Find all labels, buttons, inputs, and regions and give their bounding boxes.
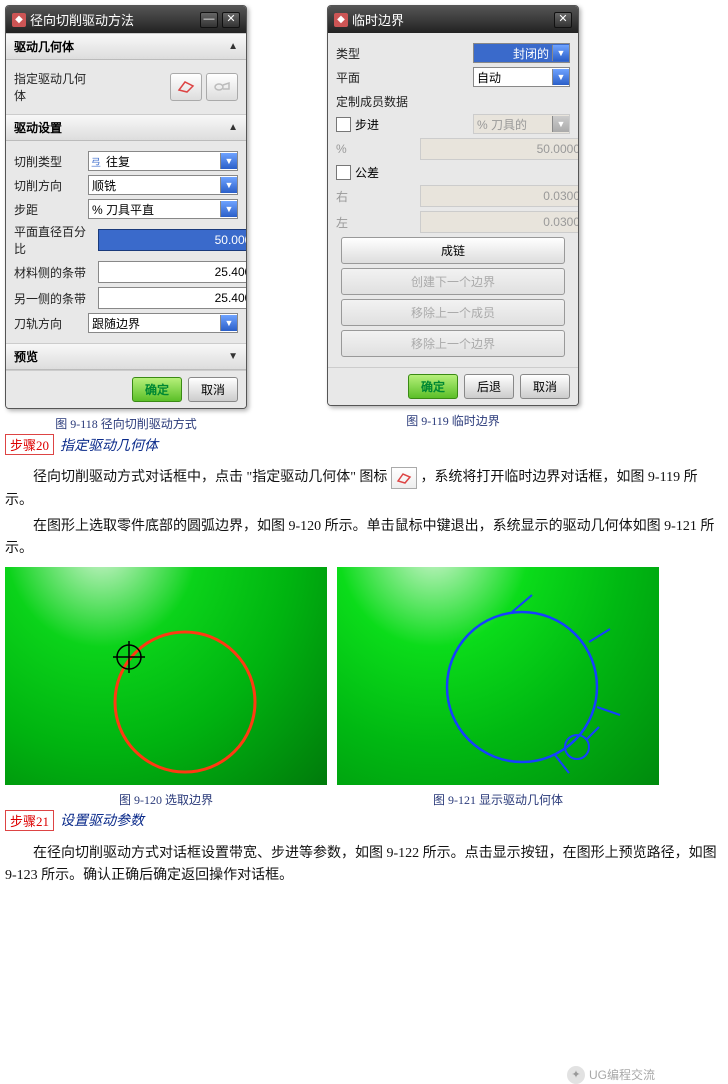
section-label: 预览	[14, 348, 38, 365]
cancel-button[interactable]: 取消	[520, 374, 570, 399]
step-20: 步骤20 指定驱动几何体	[5, 434, 247, 455]
left-input	[420, 211, 579, 233]
paragraph: 在径向切削驱动方式对话框设置带宽、步进等参数，如图 9-122 所示。点击显示按…	[5, 843, 723, 888]
dropdown-value: 往复	[103, 153, 220, 170]
chevron-up-icon: ▲	[228, 41, 238, 52]
dropdown-value: 封闭的	[474, 45, 552, 62]
tolerance-checkbox[interactable]	[336, 165, 351, 180]
app-icon: ◆	[12, 13, 26, 27]
chevron-down-icon: ▼	[220, 153, 237, 169]
step-label: 步距	[14, 201, 84, 218]
figure-9-120-viewport	[5, 567, 327, 785]
chevron-down-icon: ▼	[220, 177, 237, 193]
left-label: 左	[336, 214, 416, 231]
chevron-down-icon: ▼	[552, 116, 569, 132]
cut-type-label: 切削类型	[14, 153, 84, 170]
specify-geometry-icon[interactable]	[170, 73, 202, 101]
back-button[interactable]: 后退	[464, 374, 514, 399]
custom-member-header: 定制成员数据	[336, 93, 570, 110]
wechat-icon: ✦	[567, 1066, 585, 1084]
dropdown-value: 跟随边界	[89, 315, 220, 332]
tool-axis-dropdown[interactable]: 跟随边界 ▼	[88, 313, 238, 333]
step-unit-dropdown: % 刀具的 ▼	[473, 114, 570, 134]
step-21: 步骤21 设置驱动参数	[5, 810, 327, 831]
type-label: 类型	[336, 45, 406, 62]
step-number: 步骤20	[5, 434, 54, 455]
watermark: ✦ UG编程交流	[567, 1066, 655, 1084]
titlebar[interactable]: ◆ 临时边界 ✕	[328, 6, 578, 33]
step-number: 步骤21	[5, 810, 54, 831]
section-drive-geometry[interactable]: 驱动几何体 ▲	[6, 33, 246, 60]
chevron-down-icon: ▼	[220, 201, 237, 217]
step-dropdown[interactable]: % 刀具平直 ▼	[88, 199, 238, 219]
specify-geometry-inline-icon	[391, 467, 417, 489]
cut-dir-dropdown[interactable]: 顺铣 ▼	[88, 175, 238, 195]
radial-cut-dialog: ◆ 径向切削驱动方法 — ✕ 驱动几何体 ▲ 指定驱动几何体	[5, 5, 247, 409]
dropdown-value: % 刀具的	[474, 116, 552, 133]
flashlight-icon[interactable]	[206, 73, 238, 101]
section-preview[interactable]: 预览 ▼	[6, 343, 246, 370]
dropdown-value: % 刀具平直	[89, 201, 220, 218]
tool-axis-label: 刀轨方向	[14, 315, 84, 332]
remove-last-member-button: 移除上一个成员	[341, 299, 565, 326]
figure-9-121-viewport	[337, 567, 659, 785]
dropdown-value: 顺铣	[89, 177, 220, 194]
dialog-buttons: 确定 取消	[6, 370, 246, 408]
material-strip-label: 材料侧的条带	[14, 264, 94, 281]
pct-input	[420, 138, 579, 160]
remove-last-boundary-button: 移除上一个边界	[341, 330, 565, 357]
type-dropdown[interactable]: 封闭的 ▼	[473, 43, 570, 63]
tolerance-label: 公差	[355, 164, 379, 181]
create-next-boundary-button: 创建下一个边界	[341, 268, 565, 295]
section-drive-settings[interactable]: 驱动设置 ▲	[6, 114, 246, 141]
chevron-down-icon: ▼	[220, 315, 237, 331]
chain-button[interactable]: 成链	[341, 237, 565, 264]
paragraph: 在图形上选取零件底部的圆弧边界，如图 9-120 所示。单击鼠标中键退出，系统显…	[5, 516, 723, 561]
close-icon[interactable]: ✕	[554, 12, 572, 28]
plane-dropdown[interactable]: 自动 ▼	[473, 67, 570, 87]
caption-9-121: 图 9-121 显示驱动几何体	[337, 791, 659, 808]
app-icon: ◆	[334, 13, 348, 27]
right-label: 右	[336, 188, 416, 205]
pct-label: %	[336, 142, 416, 156]
titlebar[interactable]: ◆ 径向切削驱动方法 — ✕	[6, 6, 246, 33]
temporary-boundary-dialog: ◆ 临时边界 ✕ 类型 封闭的 ▼ 平面 自动	[327, 5, 579, 406]
section-label: 驱动设置	[14, 119, 62, 136]
cut-dir-label: 切削方向	[14, 177, 84, 194]
step-title: 设置驱动参数	[60, 810, 144, 830]
dialog-title: 临时边界	[352, 10, 404, 29]
other-strip-label: 另一侧的条带	[14, 290, 94, 307]
cut-type-dropdown[interactable]: 弖 往复 ▼	[88, 151, 238, 171]
cancel-button[interactable]: 取消	[188, 377, 238, 402]
ok-button[interactable]: 确定	[408, 374, 458, 399]
plane-label: 平面	[336, 69, 406, 86]
step-checkbox[interactable]	[336, 117, 351, 132]
chevron-down-icon: ▼	[552, 45, 569, 61]
caption-9-120: 图 9-120 选取边界	[5, 791, 327, 808]
chevron-up-icon: ▲	[228, 122, 238, 133]
dialog-buttons: 确定 后退 取消	[328, 367, 578, 405]
plane-pct-input[interactable]	[98, 229, 247, 251]
other-strip-input[interactable]	[98, 287, 247, 309]
close-icon[interactable]: ✕	[222, 12, 240, 28]
step-check-label: 步进	[355, 116, 395, 133]
specify-geometry-label: 指定驱动几何体	[14, 70, 94, 104]
right-input	[420, 185, 579, 207]
chevron-down-icon: ▼	[552, 69, 569, 85]
caption-9-118: 图 9-118 径向切削驱动方式	[5, 415, 247, 432]
plane-pct-label: 平面直径百分比	[14, 223, 94, 257]
zigzag-icon: 弖	[89, 154, 103, 169]
section-label: 驱动几何体	[14, 38, 74, 55]
chevron-down-icon: ▼	[228, 351, 238, 362]
minimize-icon[interactable]: —	[200, 12, 218, 28]
ok-button[interactable]: 确定	[132, 377, 182, 402]
caption-9-119: 图 9-119 临时边界	[327, 412, 579, 429]
dialog-title: 径向切削驱动方法	[30, 10, 134, 29]
step-title: 指定驱动几何体	[60, 435, 158, 455]
dropdown-value: 自动	[474, 69, 552, 86]
material-strip-input[interactable]	[98, 261, 247, 283]
paragraph: 径向切削驱动方式对话框中，点击 "指定驱动几何体" 图标 ，系统将打开临时边界对…	[5, 467, 723, 512]
